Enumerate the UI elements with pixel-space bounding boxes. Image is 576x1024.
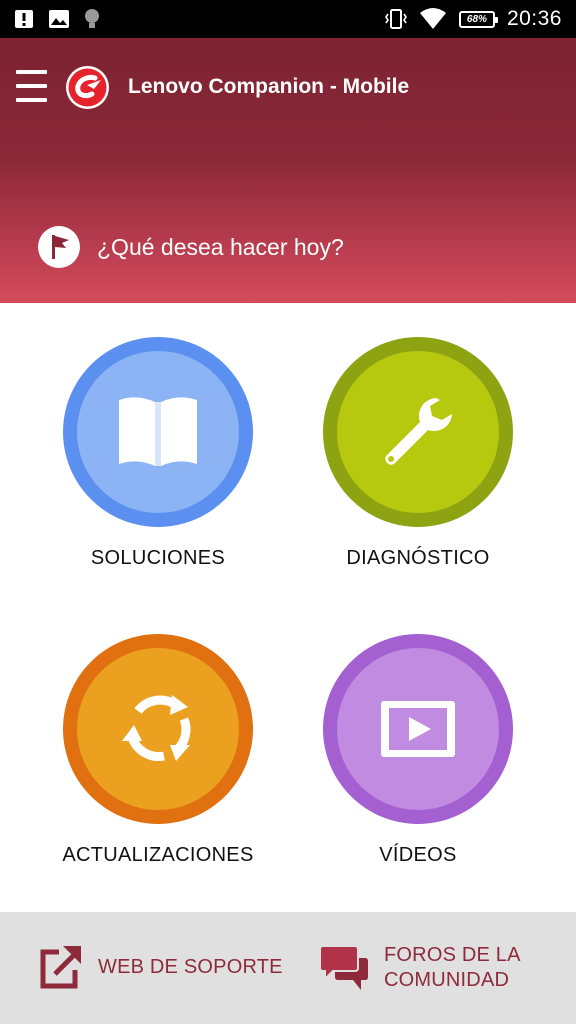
videos-circle[interactable]: [323, 634, 513, 824]
soluciones-circle[interactable]: [63, 337, 253, 527]
status-bar: 68% 20:36: [0, 0, 576, 38]
image-icon: [48, 9, 70, 29]
hamburger-menu-icon[interactable]: [16, 70, 48, 104]
app-bar: Lenovo Companion - Mobile: [0, 38, 576, 138]
battery-icon: 68%: [458, 10, 498, 28]
actualizaciones-circle[interactable]: [63, 634, 253, 824]
alert-icon: [14, 9, 34, 29]
tile-label-actualizaciones: ACTUALIZACIONES: [62, 844, 254, 866]
foros-label-line2: COMUNIDAD: [384, 969, 510, 991]
web-de-soporte-button[interactable]: WEB DE SOPORTE: [39, 944, 283, 990]
tile-label-diagnostico: DIAGNÓSTICO: [346, 547, 490, 569]
tile-diagnostico[interactable]: DIAGNÓSTICO: [288, 337, 548, 570]
app-title: Lenovo Companion - Mobile: [128, 75, 410, 98]
vibrate-icon: [384, 8, 407, 30]
tile-actualizaciones[interactable]: ACTUALIZACIONES: [28, 634, 288, 867]
refresh-icon: [122, 695, 191, 761]
wifi-icon: [419, 8, 447, 30]
prompt-text: ¿Qué desea hacer hoy?: [97, 233, 344, 260]
clock: 20:36: [506, 7, 562, 30]
tile-soluciones[interactable]: SOLUCIONES: [28, 337, 288, 570]
wrench-icon: [385, 398, 452, 465]
flag-icon: [38, 226, 80, 268]
prompt-row: ¿Qué desea hacer hoy?: [38, 226, 344, 268]
book-icon: [119, 397, 197, 466]
tile-label-soluciones: SOLUCIONES: [90, 547, 226, 569]
foros-comunidad-button[interactable]: FOROS DE LA COMUNIDAD: [319, 943, 521, 993]
app-header: Lenovo Companion - Mobile ¿Qué desea hac…: [0, 38, 576, 303]
chat-bubbles-icon: [319, 945, 368, 990]
foros-label-line1: FOROS DE LA: [384, 944, 521, 966]
lightbulb-icon: [84, 8, 100, 30]
tile-label-videos: VÍDEOS: [379, 844, 457, 866]
tile-videos[interactable]: VÍDEOS: [288, 634, 548, 867]
battery-level: 68%: [466, 13, 487, 25]
lenovo-companion-logo: [66, 66, 109, 109]
external-link-icon: [40, 946, 81, 989]
web-de-soporte-label: WEB DE SOPORTE: [98, 955, 283, 978]
play-video-icon: [381, 701, 455, 757]
diagnostico-circle[interactable]: [323, 337, 513, 527]
footer-bar: WEB DE SOPORTE FOROS DE LA COMUNIDAD: [0, 912, 576, 1024]
foros-comunidad-label: FOROS DE LA COMUNIDAD: [384, 943, 521, 993]
